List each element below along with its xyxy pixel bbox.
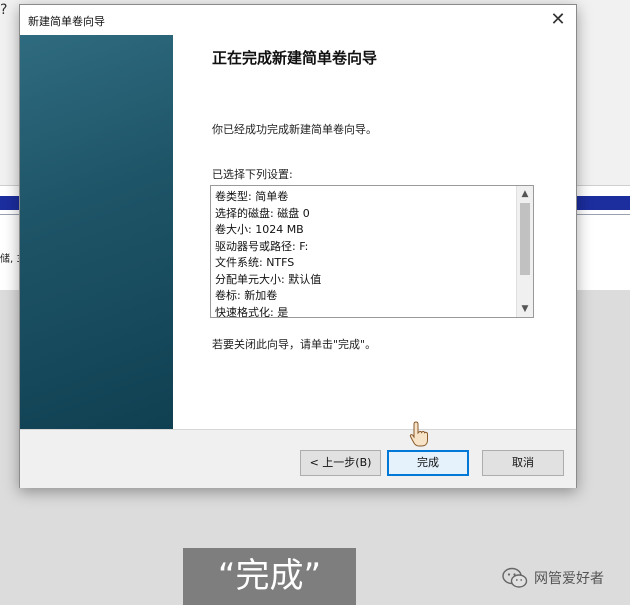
close-icon[interactable]: ✕: [546, 8, 570, 32]
back-button[interactable]: < 上一步(B): [300, 450, 381, 476]
background-help-mark: ?: [0, 2, 8, 18]
settings-label: 已选择下列设置:: [212, 168, 293, 181]
setting-file-system: 文件系统: NTFS: [215, 256, 295, 269]
cancel-button[interactable]: 取消: [482, 450, 564, 476]
wizard-content: 正在完成新建简单卷向导 你已经成功完成新建简单卷向导。 已选择下列设置: 卷类型…: [173, 35, 576, 429]
wizard-description: 你已经成功完成新建简单卷向导。: [212, 123, 377, 136]
scroll-down-icon[interactable]: ▼: [517, 302, 533, 316]
closing-instruction: 若要关闭此向导，请单击"完成"。: [212, 338, 377, 351]
watermark: 网管爱好者: [502, 566, 604, 590]
setting-selected-disk: 选择的磁盘: 磁盘 0: [215, 206, 310, 220]
wizard-footer: < 上一步(B) 完成 取消: [20, 429, 576, 488]
scroll-up-icon[interactable]: ▲: [517, 187, 533, 201]
settings-list-box[interactable]: 卷类型: 简单卷 选择的磁盘: 磁盘 0 卷大小: 1024 MB 驱动器号或路…: [210, 185, 534, 318]
settings-scrollbar[interactable]: ▲ ▼: [516, 186, 533, 317]
setting-quick-format: 快速格式化: 是: [215, 305, 289, 318]
video-caption: “完成”: [183, 548, 356, 605]
wizard-sidebar-banner: [20, 35, 173, 429]
finish-button[interactable]: 完成: [387, 450, 469, 476]
new-simple-volume-wizard: 新建简单卷向导 ✕ 正在完成新建简单卷向导 你已经成功完成新建简单卷向导。 已选…: [19, 4, 577, 488]
setting-volume-size: 卷大小: 1024 MB: [215, 223, 304, 236]
hand-cursor-icon: [409, 421, 428, 447]
title-bar[interactable]: 新建简单卷向导 ✕: [20, 5, 576, 35]
scroll-thumb[interactable]: [520, 203, 530, 275]
watermark-text: 网管爱好者: [534, 571, 604, 587]
setting-drive-letter: 驱动器号或路径: F:: [215, 239, 309, 253]
wizard-heading: 正在完成新建简单卷向导: [212, 49, 378, 67]
dialog-title: 新建简单卷向导: [28, 15, 105, 28]
settings-list: 卷类型: 简单卷 选择的磁盘: 磁盘 0 卷大小: 1024 MB 驱动器号或路…: [215, 189, 511, 318]
setting-volume-type: 卷类型: 简单卷: [215, 190, 289, 203]
setting-volume-label: 卷标: 新加卷: [215, 289, 278, 302]
wechat-icon: [502, 567, 528, 588]
setting-allocation-unit: 分配单元大小: 默认值: [215, 272, 322, 286]
